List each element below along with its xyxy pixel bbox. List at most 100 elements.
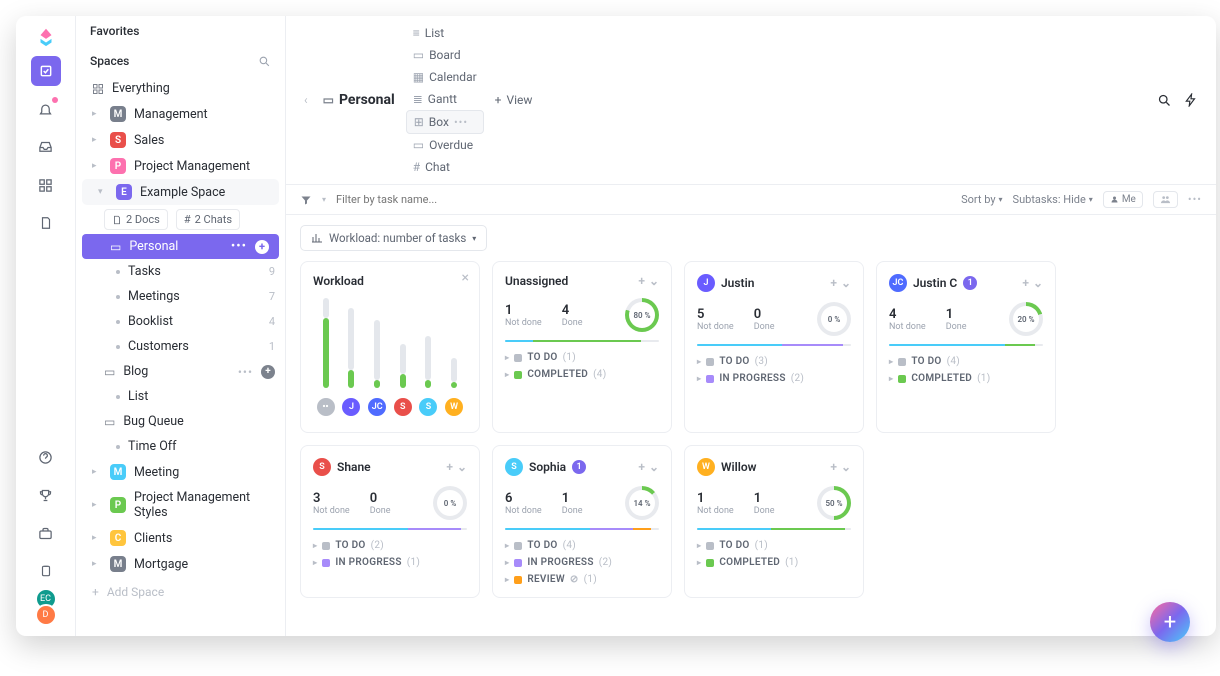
view-tab-box[interactable]: ⊞ Box ••• [406,110,484,134]
add-space-button[interactable]: +Add Space [76,577,285,607]
view-tab-list[interactable]: ≡ List [406,22,484,44]
collapse-icon[interactable]: ⌄ [841,276,851,290]
sidebar-space[interactable]: ▸ M Management [76,101,285,127]
sidebar-blog-list[interactable]: List [76,384,285,409]
not-done-label: Not done [889,322,926,332]
add-icon[interactable]: + [255,240,269,254]
avatar: J [342,398,360,416]
status-row[interactable]: ▸ TO DO (4) [889,356,1043,367]
nav-apps-icon[interactable] [31,170,61,200]
collapse-icon[interactable]: ⌄ [457,460,467,474]
sort-by-dropdown[interactable]: Sort by▾ [961,193,1002,206]
status-row[interactable]: ▸ COMPLETED (4) [505,369,659,380]
status-row[interactable]: ▸ COMPLETED (1) [697,557,851,568]
more-icon[interactable]: ••• [454,116,468,129]
nav-doc-icon[interactable] [31,208,61,238]
status-row[interactable]: ▸ TO DO (3) [697,356,851,367]
add-view-button[interactable]: +View [488,89,540,111]
view-tab-gantt[interactable]: ≣ Gantt [406,88,484,110]
sidebar-item-label: Bug Queue [123,414,275,429]
favorites-header[interactable]: Favorites [76,16,285,46]
status-count: (4) [563,540,576,551]
bolt-icon[interactable] [1180,93,1202,107]
more-icon[interactable]: ••• [231,239,247,254]
status-row[interactable]: ▸ TO DO (1) [697,540,851,551]
collapse-icon[interactable]: ⌄ [649,274,659,288]
status-row[interactable]: ▸ TO DO (4) [505,540,659,551]
status-row[interactable]: ▸ IN PROGRESS (2) [505,557,659,568]
nav-briefcase-icon[interactable] [31,518,61,548]
sidebar-space[interactable]: ▸ P Project Management Styles [76,485,285,525]
sidebar-item[interactable]: Meetings 7 [76,284,285,309]
sidebar-space[interactable]: ▸ C Clients [76,525,285,551]
collapse-icon[interactable]: ⌄ [841,460,851,474]
add-icon[interactable]: + [830,276,837,290]
sidebar-space[interactable]: ▸ M Mortgage [76,551,285,577]
breadcrumb-title[interactable]: ▭Personal [316,88,402,112]
filter-icon[interactable] [300,194,312,206]
workload-selector[interactable]: Workload: number of tasks▾ [300,225,487,251]
toolbar: ▾ Sort by▾ Subtasks: Hide▾ Me ••• [286,185,1216,215]
nav-clipboard-icon[interactable] [31,556,61,586]
sidebar-blog[interactable]: ▭ Blog ••• + [76,359,285,384]
nav-home-icon[interactable] [31,56,61,86]
add-icon[interactable]: + [638,460,645,474]
sidebar-item[interactable]: Customers 1 [76,334,285,359]
add-icon[interactable]: + [638,274,645,288]
status-row[interactable]: ▸ IN PROGRESS (2) [697,373,851,384]
status-color [706,559,714,567]
nav-inbox-icon[interactable] [31,132,61,162]
space-badge: P [110,497,126,513]
people-filter[interactable] [1153,191,1178,208]
spaces-header[interactable]: Spaces [76,46,285,76]
status-count: (1) [563,352,576,363]
status-row[interactable]: ▸ COMPLETED (1) [889,373,1043,384]
filter-input[interactable] [336,193,476,206]
search-icon[interactable] [1153,93,1176,108]
sidebar-everything[interactable]: Everything [76,76,285,101]
sidebar-space[interactable]: ▸ S Sales [76,127,285,153]
sidebar-item[interactable]: Booklist 4 [76,309,285,334]
status-row[interactable]: ▸ REVIEW ⊘ (1) [505,574,659,585]
view-tab-board[interactable]: ▭ Board [406,44,484,66]
add-icon[interactable]: + [261,365,275,379]
status-row[interactable]: ▸ TO DO (2) [313,540,467,551]
me-filter[interactable]: Me [1103,191,1143,208]
back-button[interactable]: ‹ [300,93,312,107]
person-card: Unassigned +⌄ 1Not done 4Done 80 % ▸ TO … [492,261,672,433]
sidebar-space[interactable]: ▾ E Example Space [82,179,279,205]
status-row[interactable]: ▸ IN PROGRESS (1) [313,557,467,568]
status-count: (2) [791,373,804,384]
more-icon[interactable]: ••• [1188,193,1202,206]
collapse-icon[interactable]: ⌄ [649,460,659,474]
sidebar-item[interactable]: Tasks 9 [76,259,285,284]
more-icon[interactable]: ••• [238,365,253,379]
search-icon[interactable] [258,55,271,68]
fab-create-button[interactable]: + [1150,602,1190,642]
card-header: Unassigned +⌄ [505,274,659,288]
nav-trophy-icon[interactable] [31,480,61,510]
view-tab-chat[interactable]: # Chat [406,156,484,178]
person-card: WWillow +⌄ 1Not done 1Done 50 % ▸ TO DO … [684,445,864,598]
add-icon[interactable]: + [446,460,453,474]
chats-chip[interactable]: #2 Chats [176,209,240,230]
view-tab-calendar[interactable]: ▦ Calendar [406,66,484,88]
collapse-icon[interactable]: ⌄ [1033,276,1043,290]
view-tab-overdue[interactable]: ▭ Overdue [406,134,484,156]
close-icon[interactable]: × [462,270,469,286]
caret-icon: ▸ [313,558,317,567]
add-icon[interactable]: + [830,460,837,474]
user-avatars[interactable]: EC D [35,594,57,626]
subtasks-dropdown[interactable]: Subtasks: Hide▾ [1013,193,1093,206]
sidebar-space[interactable]: ▸ P Project Management [76,153,285,179]
status-row[interactable]: ▸ TO DO (1) [505,352,659,363]
docs-chip[interactable]: 2 Docs [104,209,168,230]
sidebar-personal[interactable]: ▭ Personal ••• + [82,234,279,259]
sidebar-bug-queue[interactable]: ▭Bug Queue [76,409,285,434]
add-icon[interactable]: + [1022,276,1029,290]
status-label: TO DO [911,356,941,367]
sidebar-space[interactable]: ▸ M Meeting [76,459,285,485]
nav-notif-icon[interactable] [31,94,61,124]
nav-help-icon[interactable] [31,442,61,472]
sidebar-timeoff[interactable]: Time Off [76,434,285,459]
